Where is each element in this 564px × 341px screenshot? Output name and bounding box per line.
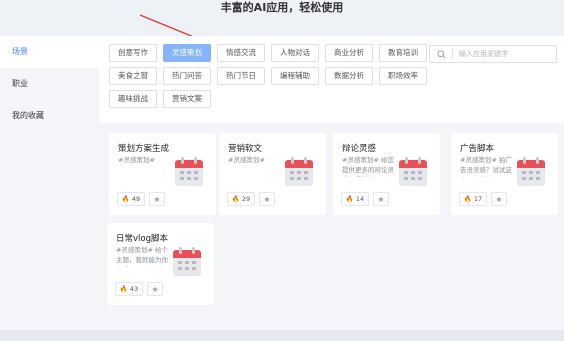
card-description: #灵感策划# 给个主题，我就能为你生成vlog	[116, 246, 168, 267]
calendar-icon	[399, 157, 427, 186]
app-card[interactable]: 日常vlog脚本 #灵感策划# 给个主题，我就能为你生成vlog 🔥43 ★	[107, 223, 214, 305]
category-tags: 创意写作 灵感策划 情感交流 人物对话 商业分析 教育培训 美食之窗 热门问答 …	[109, 44, 429, 113]
tag-marketing-copy[interactable]: 营销文案	[163, 90, 211, 108]
tag-hot-qa[interactable]: 热门问答	[163, 67, 211, 85]
card-title: 日常vlog脚本	[116, 234, 168, 244]
fire-icon: 🔥	[463, 195, 472, 203]
app-card[interactable]: 广告脚本 #灵感策划# 拍广告没灵感？试试这个，专业技 🔥17 ★	[451, 133, 558, 215]
tag-coding-assist[interactable]: 编程辅助	[271, 67, 319, 85]
like-count-button[interactable]: 🔥 29	[227, 192, 255, 206]
tag-creative-writing[interactable]: 创意写作	[109, 44, 157, 62]
calendar-icon	[285, 157, 313, 186]
tag-inspiration-planning[interactable]: 灵感策划	[163, 44, 211, 62]
favorite-button[interactable]: ★	[491, 192, 507, 206]
bottom-bar	[0, 330, 564, 341]
favorite-button[interactable]: ★	[147, 282, 163, 296]
card-description: #灵感策划#	[118, 156, 155, 164]
fire-icon: 🔥	[119, 285, 128, 293]
card-description: #灵感策划# 给您提供更多的辩论灵感，提供您	[342, 156, 394, 177]
star-icon: ★	[263, 194, 271, 204]
app-card[interactable]: 策划方案生成 #灵感策划# 🔥 49 ★	[109, 133, 216, 215]
tag-hot-festivals[interactable]: 热门节日	[217, 67, 265, 85]
sidebar-item-scene[interactable]: 场景	[0, 36, 99, 68]
app-card[interactable]: 营销软文 #灵感策划# 🔥 29 ★	[219, 133, 326, 215]
calendar-icon	[517, 157, 545, 186]
favorite-button[interactable]: ★	[259, 192, 275, 206]
card-title: 辩论灵感	[342, 144, 377, 154]
star-icon: ★	[377, 194, 385, 204]
search-box[interactable]	[429, 45, 557, 63]
tag-business-analysis[interactable]: 商业分析	[325, 44, 373, 62]
like-count-button[interactable]: 🔥 49	[117, 192, 145, 206]
search-input[interactable]	[459, 50, 549, 58]
star-icon: ★	[153, 194, 161, 204]
star-icon: ★	[151, 284, 159, 294]
calendar-icon	[173, 247, 201, 276]
sidebar-item-profession[interactable]: 职业	[0, 68, 99, 100]
favorite-button[interactable]: ★	[149, 192, 165, 206]
fire-icon: 🔥	[231, 195, 240, 203]
card-title: 营销软文	[228, 144, 263, 154]
fire-icon: 🔥	[345, 195, 354, 203]
card-title: 广告脚本	[460, 144, 495, 154]
favorite-button[interactable]: ★	[373, 192, 389, 206]
star-icon: ★	[495, 194, 503, 204]
fire-icon: 🔥	[121, 195, 130, 203]
card-description: #灵感策划# 拍广告没灵感？试试这个，专业技	[460, 156, 512, 177]
like-count-button[interactable]: 🔥 14	[341, 192, 369, 206]
tag-fun-challenge[interactable]: 趣味挑战	[109, 90, 157, 108]
app-card[interactable]: 辩论灵感 #灵感策划# 给您提供更多的辩论灵感，提供您 🔥14 ★	[333, 133, 440, 215]
calendar-icon	[175, 157, 203, 186]
app-card-grid: 策划方案生成 #灵感策划# 🔥 49 ★ 营销软文 #灵感策划# 🔥 29 ★ …	[99, 123, 564, 330]
like-count-button[interactable]: 🔥 43	[115, 282, 143, 296]
tag-character-dialogue[interactable]: 人物对话	[271, 44, 319, 62]
sidebar-item-favorites[interactable]: 我的收藏	[0, 100, 99, 132]
card-title: 策划方案生成	[118, 144, 170, 154]
tag-food[interactable]: 美食之窗	[109, 67, 157, 85]
like-count-button[interactable]: 🔥 17	[459, 192, 487, 206]
card-description: #灵感策划#	[228, 156, 265, 164]
tag-education-training[interactable]: 教育培训	[379, 44, 427, 62]
search-icon	[430, 46, 452, 62]
tag-workplace-efficiency[interactable]: 职场效率	[379, 67, 427, 85]
page-title: 丰富的AI应用，轻松使用	[220, 1, 344, 14]
tag-data-analysis[interactable]: 数据分析	[325, 67, 373, 85]
main-panel: 创意写作 灵感策划 情感交流 人物对话 商业分析 教育培训 美食之窗 热门问答 …	[99, 36, 564, 330]
tag-emotional-communication[interactable]: 情感交流	[217, 44, 265, 62]
sidebar: 场景 职业 我的收藏	[0, 36, 99, 330]
